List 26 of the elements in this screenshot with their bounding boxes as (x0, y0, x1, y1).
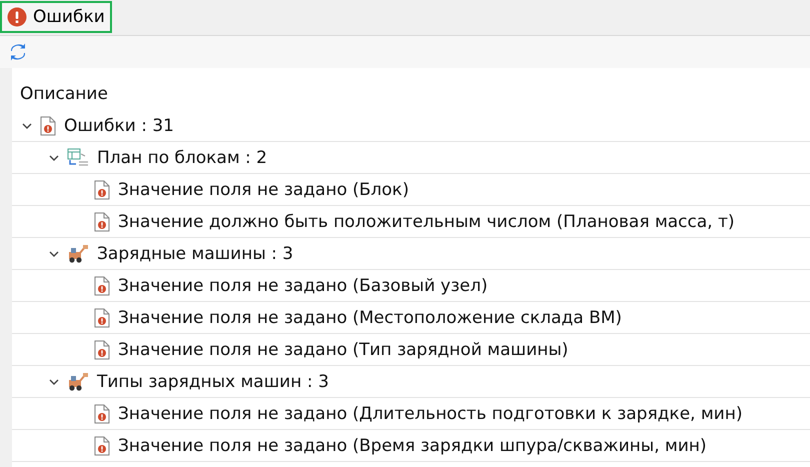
document-error-icon (94, 276, 110, 296)
tree-item[interactable]: План по блокам : 2 (95, 148, 268, 168)
document-error-icon (94, 436, 110, 456)
error-icon (7, 7, 27, 27)
document-error-icon (94, 340, 110, 360)
tree-item[interactable]: Значение поля не задано (Местоположение склада ВМ) (116, 308, 622, 328)
document-error-icon (94, 212, 110, 232)
tree-item[interactable]: Значение поля не задано (Блок) (116, 180, 409, 200)
tree-item[interactable]: Типы зарядных машин : 3 (95, 372, 329, 392)
tree-item[interactable]: Значение поля не задано (Базовый узел) (116, 276, 488, 296)
tree-item[interactable]: Значение поля не задано (Время зарядки шпура/скважины, мин) (116, 436, 706, 456)
refresh-icon[interactable] (10, 43, 26, 61)
document-error-icon (94, 308, 110, 328)
tree-item[interactable]: Зарядные машины : 3 (95, 244, 294, 264)
table-arrow-icon (67, 148, 89, 168)
column-header[interactable]: Описание (12, 82, 810, 110)
document-error-icon (94, 180, 110, 200)
tree-item[interactable]: Значение поля не задано (Длительность подготовки к зарядке, мин) (116, 404, 742, 424)
document-error-icon (94, 404, 110, 424)
loader-machine-icon (67, 244, 89, 264)
errors-tab[interactable]: Ошибки (0, 1, 112, 33)
loader-machine-icon (67, 372, 89, 392)
tree-item[interactable]: Ошибки : 31 (62, 116, 174, 136)
tree-item[interactable]: Значение должно быть положительным числом (Плановая масса, т) (116, 212, 735, 232)
tree-item[interactable]: Значение поля не задано (Тип зарядной машины) (116, 340, 568, 360)
document-error-icon (40, 116, 56, 136)
